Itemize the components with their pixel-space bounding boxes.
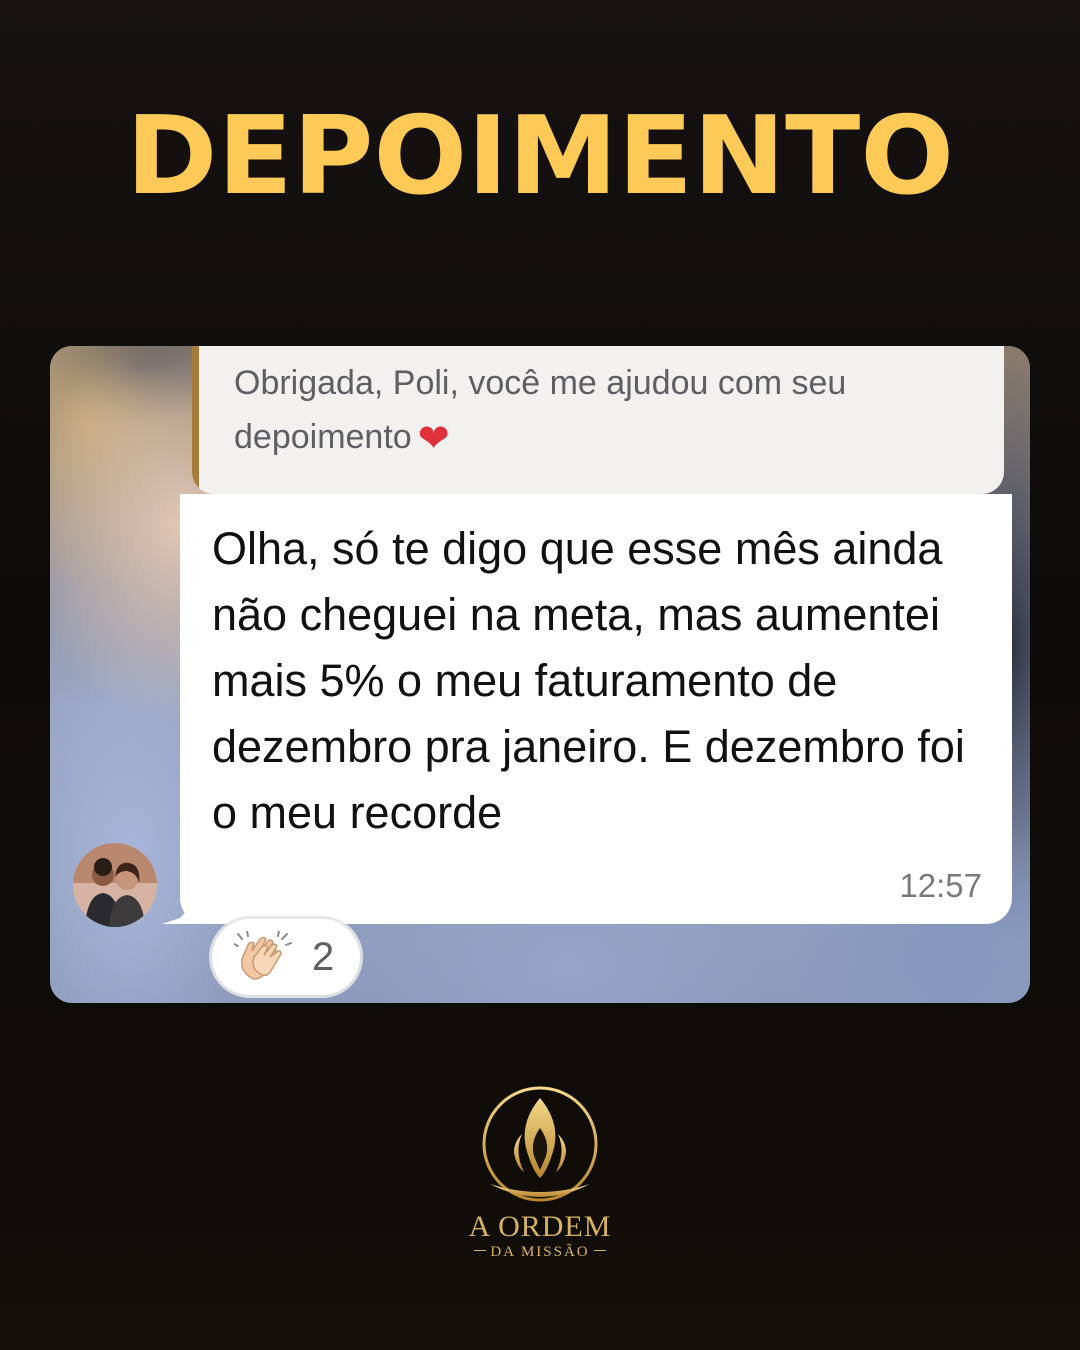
quoted-message-text: Obrigada, Poli, você me ajudou com seu d… — [234, 356, 984, 464]
tagline-dash-right — [593, 1250, 606, 1251]
clapping-hands-icon — [234, 931, 292, 980]
message-bubble[interactable]: Olha, só te digo que esse mês ainda não … — [180, 494, 1012, 924]
avatar[interactable] — [73, 843, 157, 927]
message-timestamp: 12:57 — [899, 867, 982, 904]
tagline-dash-left — [474, 1250, 487, 1251]
brand-name: A ORDEM — [468, 1210, 612, 1243]
quoted-message[interactable]: Obrigada, Poli, você me ajudou com seu d… — [192, 346, 1004, 494]
brand-tagline: DA MISSÃO — [0, 1242, 1080, 1262]
quoted-message-body: Obrigada, Poli, você me ajudou com seu d… — [234, 364, 847, 456]
reaction-pill[interactable]: 2 — [212, 919, 360, 995]
reaction-count: 2 — [312, 935, 335, 979]
chat-screenshot: Obrigada, Poli, você me ajudou com seu d… — [50, 346, 1030, 1003]
heart-icon: ❤ — [417, 416, 450, 460]
message-text: Olha, só te digo que esse mês ainda não … — [212, 523, 965, 838]
quote-bar — [192, 346, 199, 494]
headline: DEPOIMENTO — [126, 94, 954, 219]
avatar-photo — [73, 843, 157, 927]
brand-tagline-text: DA MISSÃO — [490, 1244, 590, 1260]
